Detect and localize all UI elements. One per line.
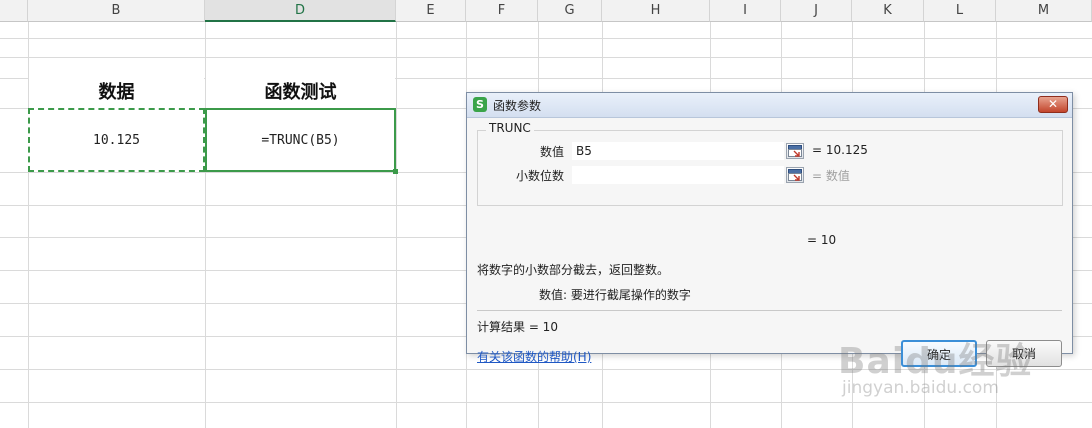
cell-b-header[interactable]: 数据 (29, 78, 204, 108)
arguments-group: TRUNC 数值 = 10.125 小数位数 = 数值 (477, 121, 1063, 206)
column-header-l[interactable]: L (924, 0, 996, 22)
function-arguments-dialog: S 函数参数 ✕ TRUNC 数值 = 10.125 小数位数 (466, 92, 1073, 367)
function-name: TRUNC (486, 121, 534, 135)
grid-line (0, 38, 1092, 39)
column-header-h[interactable]: H (602, 0, 710, 22)
column-header-i[interactable]: I (710, 0, 781, 22)
arg-result-digits: = 数值 (812, 169, 850, 183)
close-button[interactable]: ✕ (1038, 96, 1068, 113)
column-header-g[interactable]: G (538, 0, 602, 22)
grid-line (396, 22, 397, 428)
calculation-result: 计算结果 = 10 (477, 320, 558, 334)
parameter-help: 数值: 要进行截尾操作的数字 (539, 288, 691, 302)
column-header-m[interactable]: M (996, 0, 1092, 22)
watermark-logo: Baidu经验 (838, 341, 1033, 382)
arg-label-number: 数值 (539, 145, 564, 159)
column-header-j[interactable]: J (781, 0, 852, 22)
watermark-url: jingyan.baidu.com (842, 378, 999, 398)
arg-label-digits: 小数位数 (515, 169, 564, 183)
collapse-dialog-button-digits[interactable] (786, 167, 804, 183)
range-select-icon (788, 169, 802, 181)
formula-result: = 10 (807, 233, 837, 247)
column-header-f[interactable]: F (466, 0, 538, 22)
cell-b5[interactable]: 10.125 (28, 108, 205, 172)
column-header-d[interactable]: D (205, 0, 396, 22)
column-header-b[interactable]: B (28, 0, 205, 22)
grid-line (0, 57, 1092, 58)
close-icon: ✕ (1047, 97, 1059, 111)
fill-handle[interactable] (393, 169, 398, 174)
dialog-body: TRUNC 数值 = 10.125 小数位数 = 数值 (467, 118, 1072, 367)
baidu-jingyan-watermark: Baidu经验 jingyan.baidu.com (838, 326, 1088, 426)
function-description: 将数字的小数部分截去，返回整数。 (477, 263, 670, 277)
range-select-icon (788, 145, 802, 157)
arg-result-number: = 10.125 (812, 143, 868, 157)
collapse-dialog-button-number[interactable] (786, 143, 804, 159)
dialog-titlebar[interactable]: S 函数参数 ✕ (467, 93, 1072, 118)
cell-d-header[interactable]: 函数测试 (206, 78, 395, 108)
column-header-e[interactable]: E (396, 0, 466, 22)
separator (477, 310, 1062, 311)
number-input[interactable] (572, 142, 784, 160)
app-s-icon: S (473, 97, 487, 112)
row-header-corner[interactable] (0, 0, 28, 22)
cell-d5-formula[interactable]: =TRUNC(B5) (205, 108, 396, 172)
dialog-title: 函数参数 (493, 99, 542, 113)
function-help-link[interactable]: 有关该函数的帮助(H) (477, 348, 591, 365)
column-header-k[interactable]: K (852, 0, 924, 22)
num-digits-input[interactable] (572, 166, 784, 184)
